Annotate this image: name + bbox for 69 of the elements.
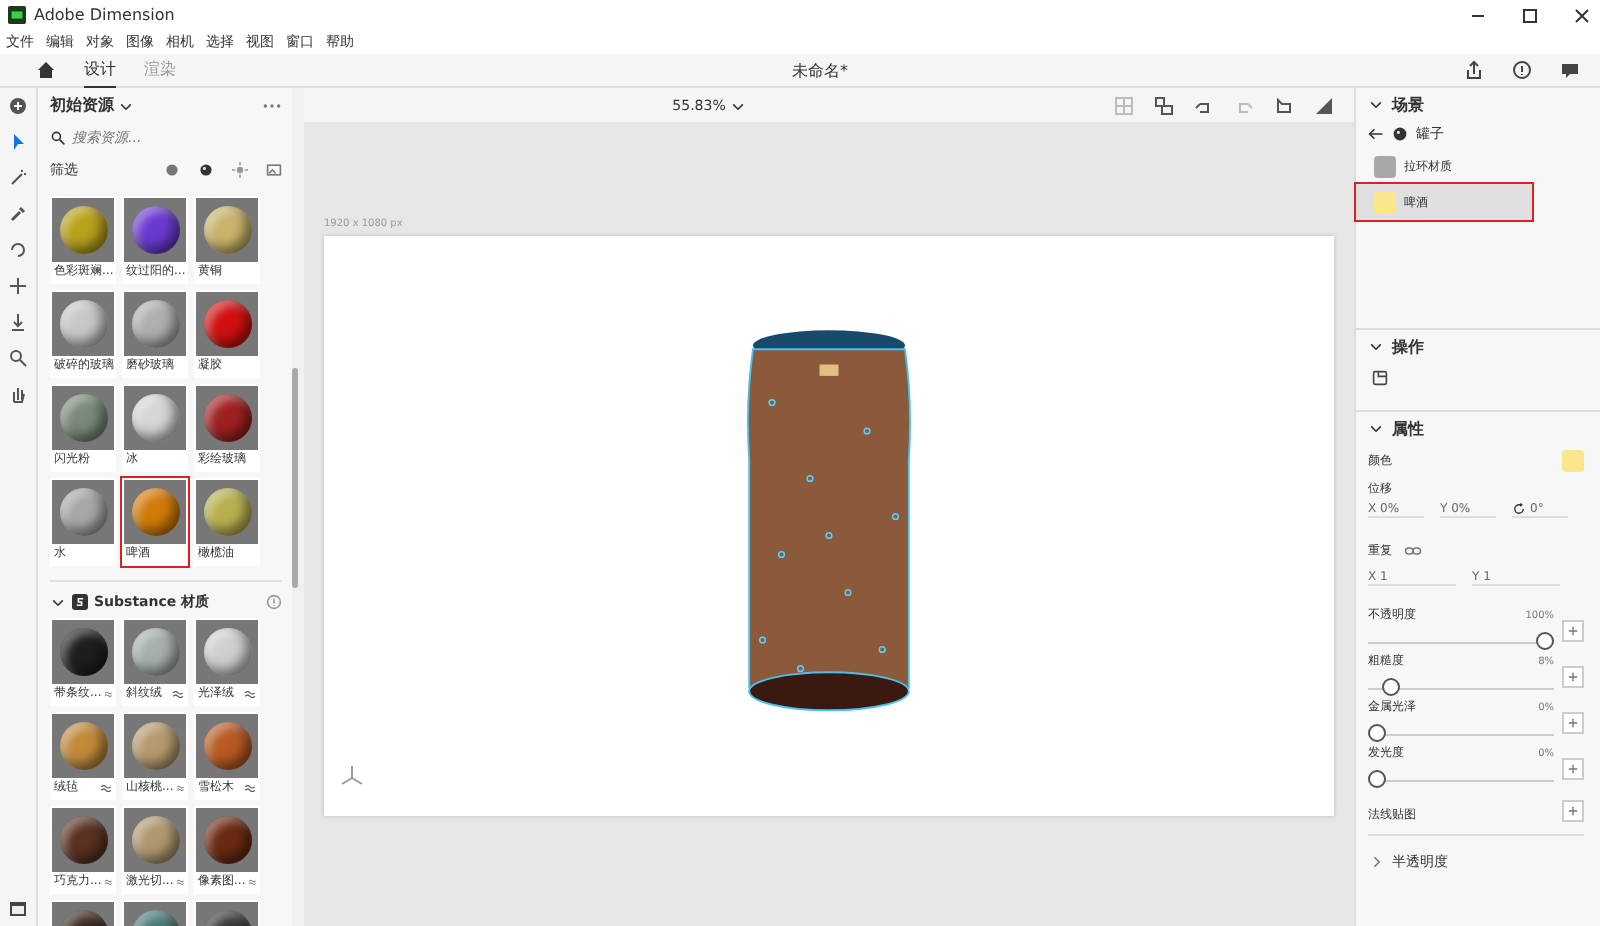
slider-thumb[interactable] <box>1536 632 1554 650</box>
add-map-button[interactable] <box>1562 666 1584 688</box>
select-arrow-icon[interactable] <box>8 132 28 152</box>
plus-icon <box>1566 716 1580 730</box>
substance-badge-icon <box>175 878 184 886</box>
substance-badge-icon <box>100 784 112 792</box>
chevron-down-icon[interactable] <box>50 594 66 610</box>
chevron-down-icon[interactable] <box>1368 420 1384 436</box>
share-icon[interactable] <box>1464 60 1484 80</box>
section-title: 场景 <box>1392 93 1424 115</box>
app-logo-icon <box>8 6 26 24</box>
section-title: 属性 <box>1392 417 1424 439</box>
rotate-icon <box>1512 502 1526 516</box>
plus-icon <box>1566 624 1580 638</box>
add-map-button[interactable] <box>1562 620 1584 642</box>
substance-badge-icon <box>103 878 112 886</box>
add-map-button[interactable] <box>1562 800 1584 822</box>
maximize-icon[interactable] <box>1520 5 1540 25</box>
light-icon[interactable] <box>232 162 248 178</box>
slider-thumb[interactable] <box>1368 724 1386 742</box>
axis-gizmo-icon <box>340 764 364 788</box>
chevron-down-icon[interactable] <box>1368 96 1384 112</box>
feedback-icon[interactable] <box>1560 60 1580 80</box>
bookmark-view-icon[interactable] <box>1274 95 1295 115</box>
sphere-icon[interactable] <box>164 162 180 178</box>
plus-icon <box>1566 762 1580 776</box>
rotate-icon[interactable] <box>8 240 28 260</box>
substance-badge-icon <box>247 878 256 886</box>
scrollbar-thumb[interactable] <box>292 368 298 588</box>
slider-thumb[interactable] <box>1381 678 1400 696</box>
add-map-button[interactable] <box>1562 712 1584 734</box>
eyedropper-icon[interactable] <box>8 204 28 224</box>
substance-badge-icon <box>103 690 112 698</box>
panel-icon[interactable] <box>8 898 28 918</box>
search-icon <box>50 130 66 146</box>
image-icon[interactable] <box>266 162 282 178</box>
chevron-down-icon[interactable] <box>1368 338 1384 354</box>
search-icon[interactable] <box>8 348 28 368</box>
slider-thumb[interactable] <box>1368 770 1386 788</box>
move-icon[interactable] <box>8 276 28 296</box>
substance-logo-icon <box>72 594 88 610</box>
close-icon[interactable] <box>1572 5 1592 25</box>
add-map-button[interactable] <box>1562 758 1584 780</box>
document-title: 未命名* <box>792 59 848 81</box>
section-title: 操作 <box>1392 335 1424 357</box>
add-icon[interactable] <box>8 96 28 116</box>
drop-to-ground-icon[interactable] <box>8 312 28 332</box>
plus-icon <box>1566 670 1580 684</box>
color-swatch[interactable] <box>1562 449 1584 471</box>
action-icon[interactable] <box>1372 370 1388 386</box>
magic-wand-icon[interactable] <box>8 168 28 188</box>
substance-badge-icon <box>172 690 184 698</box>
window-title: Adobe Dimension <box>34 6 175 24</box>
substance-badge-icon <box>244 784 256 792</box>
render-preview-icon[interactable] <box>1314 95 1335 115</box>
more-icon[interactable] <box>262 101 282 109</box>
camera-view-icon[interactable] <box>1154 95 1175 115</box>
link-icon[interactable] <box>1404 545 1422 555</box>
material-ball-icon <box>1392 126 1408 142</box>
back-arrow-icon[interactable] <box>1368 126 1384 142</box>
substance-badge-icon <box>175 784 184 792</box>
home-icon[interactable] <box>36 60 56 80</box>
substance-badge-icon <box>244 690 256 698</box>
material-ball-icon[interactable] <box>198 162 214 178</box>
hand-icon[interactable] <box>8 384 28 404</box>
help-icon[interactable] <box>1512 60 1532 80</box>
chevron-right-icon[interactable] <box>1368 854 1384 870</box>
plus-icon <box>1566 804 1580 818</box>
panel-title[interactable]: 初始资源 <box>50 94 114 116</box>
